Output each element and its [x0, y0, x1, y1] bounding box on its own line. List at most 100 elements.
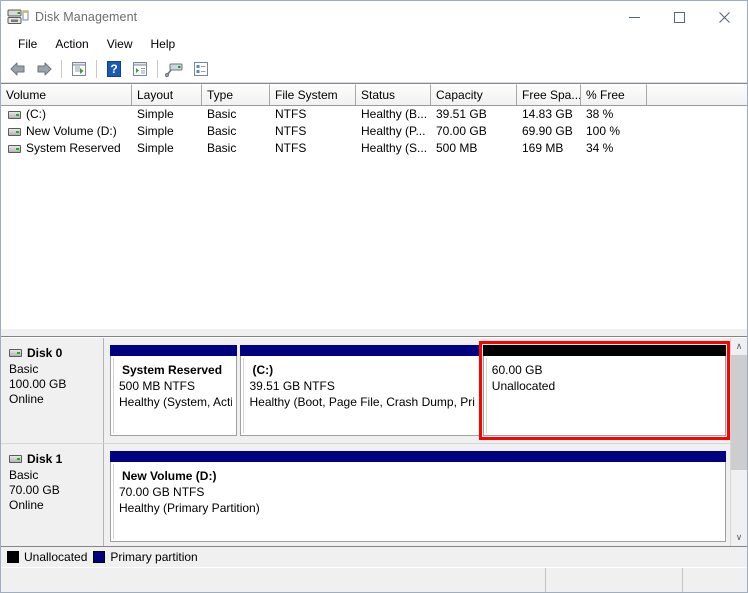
maximize-button[interactable]: [657, 1, 702, 33]
close-button[interactable]: [702, 1, 747, 33]
volume-list-pane: Volume Layout Type File System Status Ca…: [1, 83, 747, 328]
svg-text:?: ?: [110, 62, 117, 76]
disk-row-0[interactable]: Disk 0 Basic 100.00 GB Online System Res…: [1, 338, 730, 444]
cell-capacity: 39.51 GB: [436, 107, 487, 121]
cell-volume: (C:): [1, 106, 132, 123]
cell-percent-free: 38 %: [586, 107, 614, 121]
scrollbar-track[interactable]: [731, 355, 747, 529]
status-pane-secondary: [546, 568, 683, 592]
column-header-layout[interactable]: Layout: [132, 84, 202, 105]
cell-type: Basic: [207, 141, 237, 155]
volume-icon: [8, 144, 21, 153]
partition-size: 39.51 GB NTFS: [249, 379, 335, 393]
rescan-disks-icon[interactable]: [163, 58, 187, 80]
show-hide-action-pane-icon[interactable]: [189, 58, 213, 80]
column-header-free-space[interactable]: Free Spa...: [517, 84, 581, 105]
disk-type-1: Basic: [9, 468, 39, 482]
disk-info-1[interactable]: Disk 1 Basic 70.00 GB Online: [1, 444, 104, 546]
cell-layout: Simple: [137, 141, 174, 155]
partition-body: (C:) 39.51 GB NTFS Healthy (Boot, Page F…: [240, 356, 480, 436]
disk-size-0: 100.00 GB: [9, 377, 67, 391]
legend-primary-partition-label: Primary partition: [110, 550, 198, 564]
column-header-volume[interactable]: Volume: [1, 84, 132, 105]
partition-name: New Volume (D:): [122, 469, 217, 483]
table-row[interactable]: System Reserved Simple Basic NTFS Health…: [1, 140, 747, 157]
cell-volume-label: (C:): [26, 107, 46, 121]
forward-icon[interactable]: [32, 58, 56, 80]
help-icon[interactable]: ?: [102, 58, 126, 80]
toolbar-separator: [61, 60, 62, 78]
menu-view[interactable]: View: [98, 34, 142, 54]
cell-free-space: 14.83 GB: [522, 107, 573, 121]
disk-size-1: 70.00 GB: [9, 483, 60, 497]
back-icon[interactable]: [6, 58, 30, 80]
disk-row-1[interactable]: Disk 1 Basic 70.00 GB Online New Volume …: [1, 444, 730, 546]
legend-unallocated-label: Unallocated: [24, 550, 88, 564]
graphical-view-scrollbar[interactable]: ∧ ∨: [730, 338, 747, 546]
cell-capacity: 70.00 GB: [436, 124, 487, 138]
partition-bar: [110, 451, 726, 462]
cell-volume-label: New Volume (D:): [26, 124, 117, 138]
legend: Unallocated Primary partition: [1, 546, 747, 567]
status-pane-tertiary: [683, 568, 747, 592]
minimize-button[interactable]: [612, 1, 657, 33]
partition-new-volume-d[interactable]: New Volume (D:) 70.00 GB NTFS Healthy (P…: [110, 451, 726, 542]
pane-splitter[interactable]: [1, 328, 747, 337]
cell-status: Healthy (B...: [361, 107, 428, 121]
partition-c-drive[interactable]: (C:) 39.51 GB NTFS Healthy (Boot, Page F…: [240, 345, 480, 436]
partition-status: Healthy (Primary Partition): [119, 501, 260, 515]
window-title: Disk Management: [35, 10, 138, 24]
toolbar-separator: [157, 60, 158, 78]
status-pane-main: [1, 568, 546, 592]
cell-layout: Simple: [137, 107, 174, 121]
cell-type: Basic: [207, 107, 237, 121]
cell-status: Healthy (P...: [361, 124, 426, 138]
disk-name-1: Disk 1: [27, 452, 63, 466]
menu-file[interactable]: File: [9, 34, 46, 54]
disk-icon: [9, 455, 22, 463]
partition-bar: [240, 345, 480, 356]
partition-size: 70.00 GB NTFS: [119, 485, 205, 499]
toolbar: ?: [1, 56, 747, 83]
cell-file-system: NTFS: [275, 124, 307, 138]
legend-unallocated-swatch: [7, 551, 19, 563]
column-header-percent-free[interactable]: % Free: [581, 84, 647, 105]
scroll-up-icon[interactable]: ∧: [731, 338, 747, 355]
partition-size: 500 MB NTFS: [119, 379, 196, 393]
partition-system-reserved[interactable]: System Reserved 500 MB NTFS Healthy (Sys…: [110, 345, 238, 436]
column-header-status[interactable]: Status: [356, 84, 431, 105]
cell-percent-free: 34 %: [586, 141, 614, 155]
partition-size: 60.00 GB: [491, 363, 543, 377]
scrollbar-thumb[interactable]: [731, 355, 747, 470]
partition-unallocated[interactable]: 60.00 GB Unallocated: [478, 341, 730, 440]
volume-icon: [8, 110, 21, 119]
column-header-capacity[interactable]: Capacity: [431, 84, 517, 105]
cell-volume-label: System Reserved: [26, 141, 121, 155]
disk-name-0: Disk 0: [27, 346, 63, 360]
partition-body: System Reserved 500 MB NTFS Healthy (Sys…: [110, 356, 238, 436]
menu-bar: File Action View Help: [1, 33, 747, 56]
menu-action[interactable]: Action: [46, 34, 97, 54]
column-header-file-system[interactable]: File System: [270, 84, 356, 105]
disk-drive-icon: [7, 8, 29, 26]
disk-management-window: Disk Management File Action View Help ? …: [0, 0, 748, 593]
legend-primary-partition-swatch: [93, 551, 106, 563]
cell-free-space: 69.90 GB: [522, 124, 573, 138]
table-row[interactable]: New Volume (D:) Simple Basic NTFS Health…: [1, 123, 747, 140]
title-bar: Disk Management: [1, 1, 747, 33]
table-row[interactable]: (C:) Simple Basic NTFS Healthy (B... 39.…: [1, 106, 747, 123]
column-header-type[interactable]: Type: [202, 84, 270, 105]
show-hide-console-tree-icon[interactable]: [67, 58, 91, 80]
menu-help[interactable]: Help: [142, 34, 185, 54]
disk-info-0[interactable]: Disk 0 Basic 100.00 GB Online: [1, 338, 104, 443]
partition-status: Healthy (System, Active: [119, 395, 232, 409]
properties-icon[interactable]: [128, 58, 152, 80]
cell-volume: System Reserved: [1, 140, 132, 157]
cell-file-system: NTFS: [275, 107, 307, 121]
legend-primary-partition: Primary partition: [93, 550, 198, 564]
scroll-down-icon[interactable]: ∨: [731, 529, 747, 546]
cell-type: Basic: [207, 124, 237, 138]
partition-status: Healthy (Boot, Page File, Crash Dump, Pr…: [249, 395, 475, 409]
legend-unallocated: Unallocated: [7, 550, 87, 564]
disk-icon: [9, 349, 22, 357]
